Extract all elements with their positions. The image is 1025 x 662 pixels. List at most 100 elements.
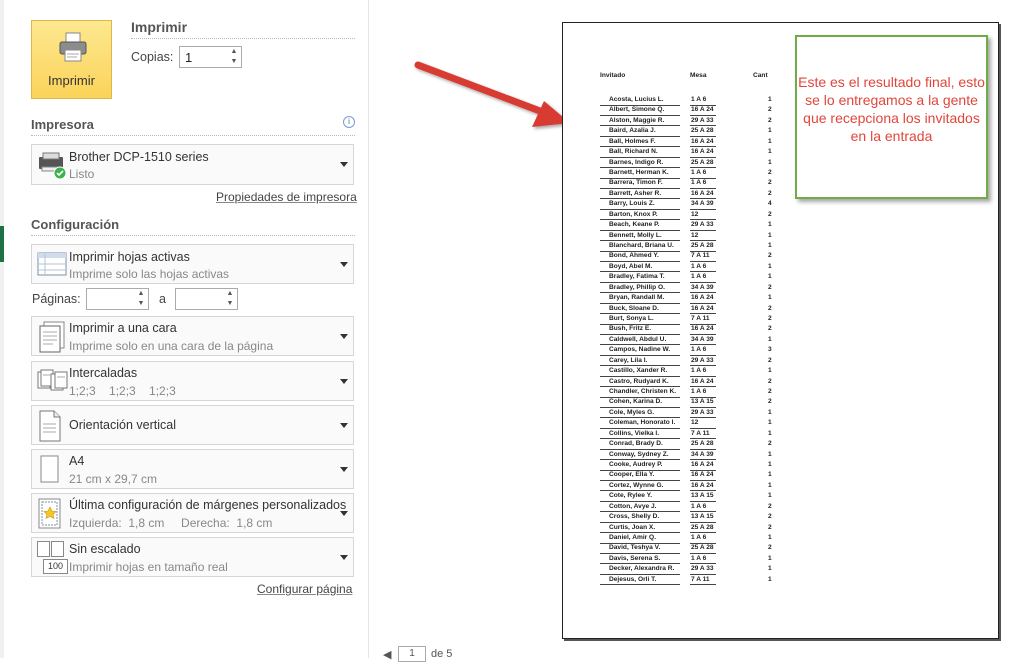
row-underline — [600, 542, 680, 544]
page-setup-link[interactable]: Configurar página — [257, 582, 352, 596]
guest-name: Chandler, Christen K. — [609, 388, 677, 396]
guest-count: 2 — [768, 189, 772, 197]
pages-to-input[interactable]: ▲ ▼ — [175, 288, 238, 310]
guest-name: Alston, Maggie R. — [609, 116, 665, 124]
guest-name: Ball, Holmes F. — [609, 137, 656, 145]
pages-from-input[interactable]: ▲ ▼ — [86, 288, 149, 310]
row-underline — [600, 167, 680, 169]
margins-dropdown[interactable]: Última configuración de márgenes persona… — [31, 493, 354, 533]
table-range: 1 A 6 — [691, 388, 707, 396]
row-underline — [690, 459, 716, 461]
guest-name: Cote, Rylee Y. — [609, 492, 653, 500]
row-underline — [600, 511, 680, 513]
copies-input[interactable]: 1 ▲ ▼ — [179, 46, 242, 68]
current-page-input[interactable]: 1 — [398, 646, 426, 662]
copies-label: Copias: — [131, 50, 174, 64]
spin-down-icon[interactable]: ▼ — [227, 57, 241, 67]
table-range: 34 A 39 — [691, 200, 714, 208]
guest-name: Albert, Simone Q. — [609, 106, 665, 114]
row-underline — [600, 146, 680, 148]
table-range: 16 A 24 — [691, 304, 714, 312]
sheets-icon — [37, 252, 67, 276]
guest-name: Cooper, Ella Y. — [609, 471, 655, 479]
table-range: 34 A 39 — [691, 335, 714, 343]
row-underline — [690, 167, 716, 169]
collate-dropdown[interactable]: Intercaladas 1;2;3 1;2;3 1;2;3 — [31, 361, 354, 401]
divider — [31, 235, 355, 236]
sides-dropdown[interactable]: Imprimir a una cara Imprime solo en una … — [31, 316, 354, 356]
spin-down-icon[interactable]: ▼ — [134, 299, 148, 309]
print-what-title: Imprimir hojas activas — [69, 250, 190, 264]
table-range: 1 A 6 — [691, 273, 707, 281]
row-underline — [600, 250, 680, 252]
table-range: 1 A 6 — [691, 96, 707, 103]
print-button[interactable]: Imprimir — [31, 20, 112, 99]
row-underline — [600, 323, 680, 325]
guest-count: 1 — [768, 408, 772, 416]
table-range: 25 A 28 — [691, 544, 714, 552]
scaling-dropdown[interactable]: 100 Sin escalado Imprimir hojas en tamañ… — [31, 537, 354, 577]
scale-percent-label: 100 — [43, 559, 68, 574]
table-range: 12 — [691, 210, 699, 218]
spin-down-icon[interactable]: ▼ — [223, 299, 237, 309]
spin-up-icon[interactable]: ▲ — [134, 289, 148, 299]
row-underline — [600, 365, 680, 367]
guest-name: Campos, Nadine W. — [609, 346, 671, 354]
row-underline — [690, 406, 716, 408]
collated-icon — [37, 369, 68, 391]
row-underline — [600, 292, 680, 294]
print-what-dropdown[interactable]: Imprimir hojas activas Imprime solo las … — [31, 244, 354, 284]
row-underline — [600, 344, 680, 346]
spin-up-icon[interactable]: ▲ — [227, 47, 241, 57]
table-range: 1 A 6 — [691, 534, 707, 542]
printer-dropdown[interactable]: Brother DCP-1510 series Listo — [31, 144, 354, 185]
row-underline — [600, 479, 680, 481]
guest-name: Barton, Knox P. — [609, 210, 658, 218]
orientation-dropdown[interactable]: Orientación vertical — [31, 405, 354, 445]
row-underline — [690, 198, 716, 200]
row-underline — [690, 563, 716, 565]
guest-count: 1 — [768, 481, 772, 489]
row-underline — [600, 521, 680, 523]
table-range: 16 A 24 — [691, 325, 714, 333]
row-underline — [600, 386, 680, 388]
guest-count: 2 — [768, 252, 772, 260]
guest-count: 2 — [768, 106, 772, 114]
row-underline — [600, 281, 680, 283]
guest-count: 2 — [768, 283, 772, 291]
row-underline — [690, 146, 716, 148]
spin-up-icon[interactable]: ▲ — [223, 289, 237, 299]
guest-count: 2 — [768, 523, 772, 531]
printer-properties-link[interactable]: Propiedades de impresora — [216, 190, 357, 204]
row-underline — [600, 104, 680, 106]
row-underline — [690, 208, 716, 210]
guest-name: Castillo, Xander R. — [609, 367, 668, 375]
row-underline — [690, 584, 716, 586]
paper-size-dropdown[interactable]: A4 21 cm x 29,7 cm — [31, 449, 354, 489]
row-underline — [600, 459, 680, 461]
table-range: 16 A 24 — [691, 189, 714, 197]
guest-count: 3 — [768, 346, 772, 354]
row-underline — [600, 396, 680, 398]
printer-icon — [59, 32, 87, 62]
row-underline — [600, 187, 680, 189]
guest-count: 1 — [768, 565, 772, 573]
row-underline — [600, 313, 680, 315]
guest-name: Boyd, Abel M. — [609, 262, 653, 270]
table-range: 25 A 28 — [691, 158, 714, 166]
table-range: 7 A 11 — [691, 315, 710, 323]
row-underline — [690, 125, 716, 127]
info-icon[interactable]: i — [343, 116, 355, 128]
guest-count: 4 — [768, 200, 772, 208]
row-underline — [690, 490, 716, 492]
row-underline — [690, 333, 716, 335]
table-range: 7 A 11 — [691, 575, 710, 583]
prev-page-icon[interactable]: ◀ — [383, 649, 391, 661]
guest-name: Cotton, Avye J. — [609, 502, 657, 510]
guest-count: 1 — [768, 137, 772, 145]
guest-name: Dejesus, Orli T. — [609, 575, 657, 583]
guest-count: 2 — [768, 325, 772, 333]
row-underline — [690, 323, 716, 325]
guest-count: 2 — [768, 315, 772, 323]
guest-count: 2 — [768, 388, 772, 396]
